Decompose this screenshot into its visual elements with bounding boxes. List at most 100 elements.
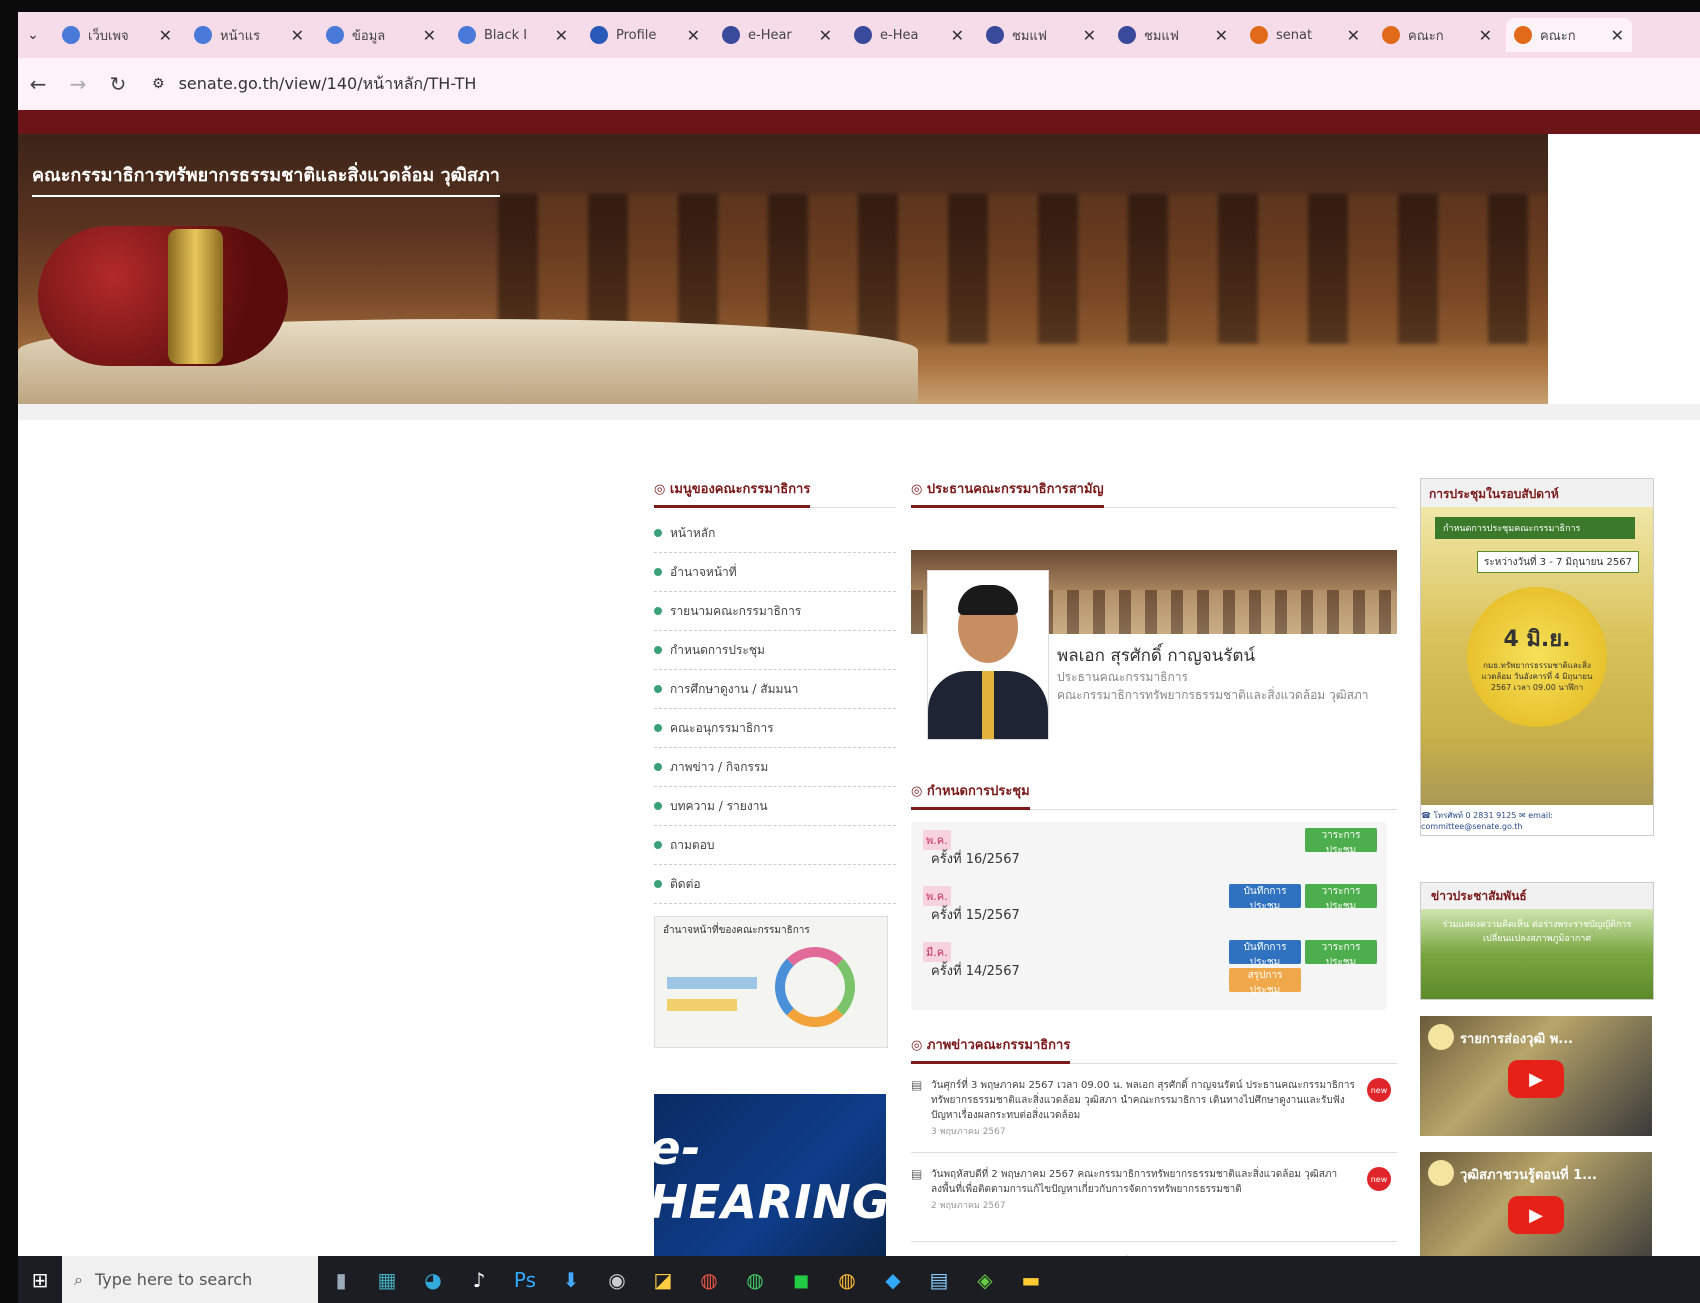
maps-icon[interactable]: ▦ (364, 1256, 410, 1303)
file-explorer-icon[interactable]: ▮ (318, 1256, 364, 1303)
tab-close-icon[interactable]: ✕ (555, 26, 568, 45)
sticky-icon[interactable]: ◪ (640, 1256, 686, 1303)
forward-arrow-icon[interactable]: → (58, 72, 98, 96)
menu-item[interactable]: กำหนดการประชุม (654, 631, 896, 670)
browser-tab[interactable]: e-Hear ✕ (714, 18, 840, 52)
menu-item[interactable]: รายนามคณะกรรมาธิการ (654, 592, 896, 631)
app-doc-icon[interactable]: ▤ (916, 1256, 962, 1303)
menu-item[interactable]: ภาพข่าว / กิจกรรม (654, 748, 896, 787)
chrome-third-icon[interactable]: ◍ (824, 1256, 870, 1303)
app-icon[interactable]: ◉ (594, 1256, 640, 1303)
committee-title[interactable]: คณะกรรมาธิการทรัพยากรธรรมชาติและสิ่งแวดล… (32, 160, 500, 197)
menu-item[interactable]: ติดต่อ (654, 865, 896, 904)
meeting-number[interactable]: ครั้งที่ 16/2567 (931, 848, 1020, 869)
url-field[interactable]: ⚙ senate.go.th/view/140/หน้าหลัก/TH-TH (152, 72, 476, 97)
photoshop-icon[interactable]: Ps (502, 1256, 548, 1303)
play-icon[interactable]: ▶ (1508, 1060, 1564, 1098)
tab-close-icon[interactable]: ✕ (1611, 26, 1624, 45)
menu-item-label: คณะอนุกรรมาธิการ (670, 720, 774, 735)
browser-window: ⌄ เว็บเพจ ✕ หน้าแร ✕ ข้อมูล ✕ Black I ✕ Profile ✕… (18, 12, 1700, 1256)
video-title[interactable]: วุฒิสภาชวนรู้ตอนที่ 1... (1460, 1164, 1597, 1185)
meeting-orange-button[interactable]: สรุปการประชุม (1229, 968, 1301, 996)
tab-favicon-icon (590, 26, 608, 44)
tab-search-chevron-icon[interactable]: ⌄ (18, 27, 48, 43)
browser-tab[interactable]: Profile ✕ (582, 18, 708, 52)
chrome-alt-icon[interactable]: ◍ (732, 1256, 778, 1303)
play-icon[interactable]: ▶ (1508, 1196, 1564, 1234)
chrome-icon[interactable]: ◍ (686, 1256, 732, 1303)
tab-close-icon[interactable]: ✕ (1215, 26, 1228, 45)
poster-contact: ☎ โทรศัพท์ 0 2831 9125 ✉ email: committe… (1421, 805, 1653, 835)
tab-close-icon[interactable]: ✕ (159, 26, 172, 45)
meeting-blue-button[interactable]: บันทึกการประชุม (1229, 940, 1301, 968)
edge-icon[interactable]: ◕ (410, 1256, 456, 1303)
bullet-icon (654, 646, 662, 654)
meeting-number[interactable]: ครั้งที่ 15/2567 (931, 904, 1020, 925)
duties-infographic[interactable]: อำนาจหน้าที่ของคณะกรรมาธิการ (654, 916, 888, 1048)
portrait-tie (982, 671, 994, 739)
menu-item[interactable]: คณะอนุกรรมาธิการ (654, 709, 896, 748)
taskbar-search[interactable]: ⌕ Type here to search (62, 1256, 318, 1303)
browser-tab[interactable]: ชมแฟ ✕ (978, 18, 1104, 52)
tab-close-icon[interactable]: ✕ (423, 26, 436, 45)
weekly-meeting-poster[interactable]: การประชุมในรอบสัปดาห์ กำหนดการประชุมคณะก… (1420, 478, 1654, 836)
tab-close-icon[interactable]: ✕ (687, 26, 700, 45)
line-icon[interactable]: ◼ (778, 1256, 824, 1303)
tiktok-icon[interactable]: ♪ (456, 1256, 502, 1303)
poster-date: 4 มิ.ย. (1503, 627, 1571, 652)
menu-item[interactable]: การศึกษาดูงาน / สัมมนา (654, 670, 896, 709)
browser-tab[interactable]: คณะก ✕ (1506, 18, 1632, 52)
browser-tab[interactable]: senat ✕ (1242, 18, 1368, 52)
taskbar-search-placeholder: Type here to search (94, 1270, 253, 1289)
chair-name[interactable]: พลเอก สุรศักดิ์ กาญจนรัตน์ (1057, 642, 1255, 669)
ehearing-banner[interactable]: e-HEARING (649, 1094, 890, 1256)
browser-tab[interactable]: ชมแฟ ✕ (1110, 18, 1236, 52)
browser-tab[interactable]: Black I ✕ (450, 18, 576, 52)
tab-close-icon[interactable]: ✕ (951, 26, 964, 45)
meeting-green-button[interactable]: วาระการประชุม (1305, 828, 1377, 856)
menu-item[interactable]: หน้าหลัก (654, 514, 896, 553)
news-item[interactable]: ▤ วันพฤหัสบดีที่ 2 พฤษภาคม 2567 คณะกรรมาธ… (911, 1167, 1397, 1237)
sidebar-column: การประชุมในรอบสัปดาห์ กำหนดการประชุมคณะก… (1420, 478, 1654, 1256)
site-settings-icon[interactable]: ⚙ (152, 76, 165, 92)
channel-logo-icon (1428, 1024, 1454, 1050)
pr-news-box[interactable]: ข่าวประชาสัมพันธ์ ร่วมแสดงความคิดเห็น ต่… (1420, 882, 1654, 1000)
meeting-green-button[interactable]: วาระการประชุม (1305, 940, 1377, 968)
menu-item[interactable]: อำนาจหน้าที่ (654, 553, 896, 592)
menu-section-title: ◎ เมนูของคณะกรรมาธิการ (654, 478, 811, 508)
tab-close-icon[interactable]: ✕ (1083, 26, 1096, 45)
app-blue-icon[interactable]: ◆ (870, 1256, 916, 1303)
download-icon[interactable]: ⬇ (548, 1256, 594, 1303)
news-text[interactable]: วันพฤหัสบดีที่ 2 พฤษภาคม 2567 คณะกรรมาธิ… (931, 1167, 1357, 1197)
video-thumbnail[interactable]: วุฒิสภาชวนรู้ตอนที่ 1... ▶ (1420, 1152, 1652, 1256)
reload-icon[interactable]: ↻ (98, 72, 138, 96)
tab-close-icon[interactable]: ✕ (1347, 26, 1360, 45)
poster-title: การประชุมในรอบสัปดาห์ (1421, 479, 1653, 510)
browser-tab[interactable]: หน้าแร ✕ (186, 18, 312, 52)
chair-section-title: ◎ ประธานคณะกรรมาธิการสามัญ (911, 478, 1104, 508)
menu-item[interactable]: ถามตอบ (654, 826, 896, 865)
menu-item[interactable]: บทความ / รายงาน (654, 787, 896, 826)
app-stack-icon[interactable]: ◈ (962, 1256, 1008, 1303)
folder-icon[interactable]: ▬ (1008, 1256, 1054, 1303)
chair-portrait[interactable] (927, 570, 1049, 740)
news-item[interactable]: ▤ วันศุกร์ที่ 3 พฤษภาคม 2567 เวลา 09.00 น… (911, 1078, 1397, 1148)
windows-start-icon[interactable]: ⊞ (18, 1256, 62, 1303)
back-arrow-icon[interactable]: ← (18, 72, 58, 96)
browser-tab[interactable]: คณะก ✕ (1374, 18, 1500, 52)
browser-tab[interactable]: เว็บเพจ ✕ (54, 18, 180, 52)
video-thumbnail[interactable]: รายการส่องวุฒิ พ... ▶ (1420, 1016, 1652, 1136)
news-text[interactable]: วันศุกร์ที่ 3 พฤษภาคม 2567 เวลา 09.00 น.… (931, 1078, 1357, 1123)
tab-label: คณะก (1408, 28, 1444, 44)
tab-close-icon[interactable]: ✕ (291, 26, 304, 45)
tab-close-icon[interactable]: ✕ (1479, 26, 1492, 45)
menu-item-label: อำนาจหน้าที่ (670, 564, 737, 579)
bullet-icon (654, 685, 662, 693)
meeting-number[interactable]: ครั้งที่ 14/2567 (931, 960, 1020, 981)
browser-tab[interactable]: ข้อมูล ✕ (318, 18, 444, 52)
video-title[interactable]: รายการส่องวุฒิ พ... (1460, 1028, 1573, 1049)
tab-close-icon[interactable]: ✕ (819, 26, 832, 45)
browser-tab[interactable]: e-Hea ✕ (846, 18, 972, 52)
meeting-blue-button[interactable]: บันทึกการประชุม (1229, 884, 1301, 912)
meeting-green-button[interactable]: วาระการประชุม (1305, 884, 1377, 912)
